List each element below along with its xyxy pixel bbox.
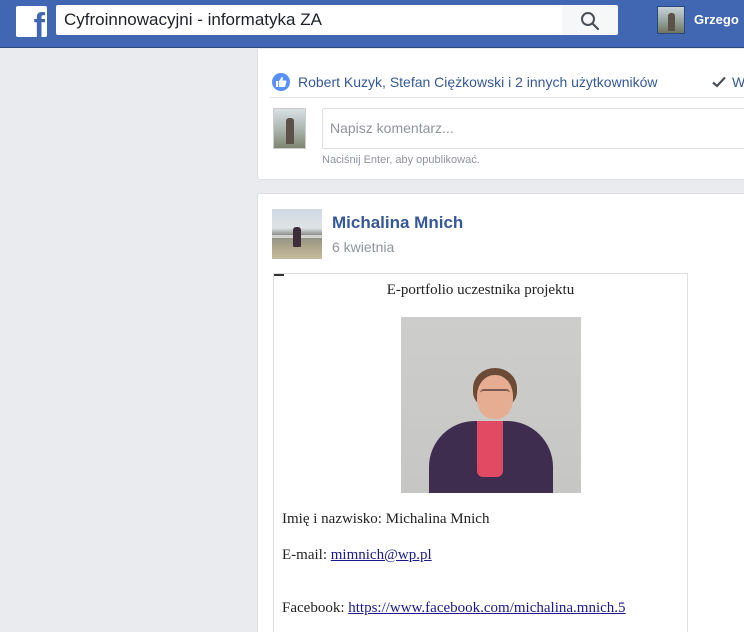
facebook-line: Facebook: https://www.facebook.com/micha… — [282, 600, 626, 617]
portrait-photo — [401, 317, 581, 493]
comment-input[interactable]: Napisz komentarz... — [322, 108, 744, 149]
facebook-logo-icon[interactable]: f — [16, 6, 47, 37]
like-icon — [272, 73, 290, 91]
divider — [270, 97, 744, 98]
author-name-link[interactable]: Michalina Mnich — [332, 213, 463, 233]
facebook-label: Facebook: — [282, 600, 349, 616]
email-line: E-mail: mimnich@wp.pl — [282, 547, 432, 564]
check-icon — [712, 76, 726, 88]
email-link[interactable]: mimnich@wp.pl — [331, 547, 432, 563]
name-value: Michalina Mnich — [385, 511, 490, 527]
seen-by-label: Wys — [732, 74, 744, 90]
reactions-names-link[interactable]: Robert Kuzyk, Stefan Ciężkowski i 2 inny… — [298, 74, 657, 90]
user-name-link[interactable]: Grzego — [694, 12, 739, 27]
name-label: Imię i nazwisko: — [282, 511, 386, 527]
search-icon — [581, 12, 600, 31]
top-navigation-bar: f Cyfroinnowacyjni - informatyka ZA Grze… — [0, 0, 744, 48]
comment-hint: Naciśnij Enter, aby opublikować. — [322, 154, 480, 166]
commenter-avatar — [273, 108, 306, 149]
user-avatar[interactable] — [657, 6, 685, 34]
attached-document-image[interactable]: E-portfolio uczestnika projektu Imię i n… — [273, 273, 688, 632]
post-timestamp-link[interactable]: 6 kwietnia — [332, 239, 394, 255]
facebook-link[interactable]: https://www.facebook.com/michalina.mnich… — [348, 600, 625, 616]
search-input[interactable]: Cyfroinnowacyjni - informatyka ZA — [56, 5, 562, 35]
previous-post-card: Robert Kuzyk, Stefan Ciężkowski i 2 inny… — [257, 49, 744, 180]
author-avatar[interactable] — [272, 209, 322, 259]
email-label: E-mail: — [282, 547, 331, 563]
post-card: Michalina Mnich 6 kwietnia E-portfolio u… — [257, 193, 744, 632]
document-title: E-portfolio uczestnika projektu — [386, 282, 575, 298]
search-button[interactable] — [562, 5, 618, 35]
name-line: Imię i nazwisko: Michalina Mnich — [282, 511, 489, 528]
